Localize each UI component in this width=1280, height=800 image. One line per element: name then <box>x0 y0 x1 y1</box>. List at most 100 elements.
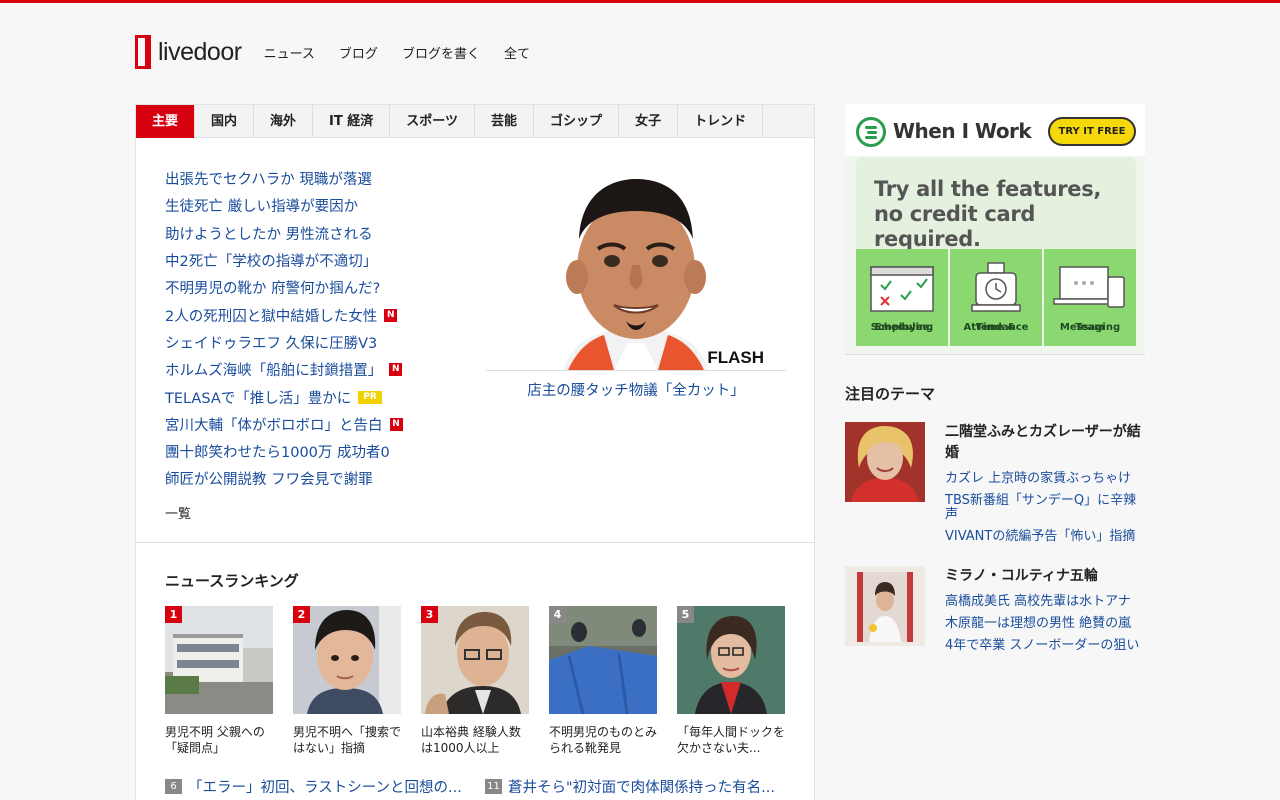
ad-brand-name: When I Work <box>893 119 1032 143</box>
new-badge: N <box>389 417 403 431</box>
pr-badge: PR <box>358 390 382 404</box>
olympics-photo <box>845 566 925 646</box>
ranking-item[interactable]: 4 不明男児のものとみられる靴発見 <box>549 606 657 756</box>
ranking-link[interactable]: 蒼井そら"初対面で肉体関係持った有名... <box>508 776 798 797</box>
global-nav: ニュース ブログ ブログを書く 全て <box>264 43 554 62</box>
advertisement-banner[interactable]: When I Work TRY IT FREE Try all the feat… <box>845 104 1145 354</box>
calendar-icon <box>870 266 934 312</box>
ranking-headline: 不明男児のものとみられる靴発見 <box>549 725 657 755</box>
ranking-item[interactable]: 2 男児不明へ「捜索ではない」指摘 <box>293 606 401 756</box>
topic-list: 出張先でセクハラか 現職が落選 生徒死亡 厳しい指導が要因か 助けようとしたか … <box>165 165 465 522</box>
tab-gossip[interactable]: ゴシップ <box>534 105 620 138</box>
ranking-headline: 「毎年人間ドックを欠かさない夫... <box>677 725 785 755</box>
tab-it-economy[interactable]: IT 経済 <box>313 105 391 138</box>
ad-tile-attendance: Time & Attendance <box>950 249 1042 346</box>
nav-write-blog[interactable]: ブログを書く <box>402 43 480 62</box>
theme-link[interactable]: カズレ 上京時の家賃ぶっちゃけ <box>945 472 1145 486</box>
laptop-phone-icon <box>1053 266 1125 308</box>
list-item: 宮川大輔「体がボロボロ」と告白 N <box>165 411 465 438</box>
blonde-person-photo <box>845 422 925 502</box>
list-item: 助けようとしたか 男性流される <box>165 220 465 247</box>
topic-link[interactable]: 宮川大輔「体がボロボロ」と告白 <box>165 414 383 435</box>
ad-headline-line-2: no credit card required. <box>874 202 1036 251</box>
ranking-item[interactable]: 1 男児不明 父親への「疑問点」 <box>165 606 273 756</box>
ad-header: When I Work TRY IT FREE <box>845 104 1145 156</box>
list-item: 師匠が公開説教 フワ会見で謝罪 <box>165 465 465 492</box>
list-item: 11 蒼井そら"初対面で肉体関係持った有名... <box>485 776 805 797</box>
ranking-photo: 4 <box>549 606 657 714</box>
topic-link[interactable]: TELASAで「推し活」豊かに <box>165 387 351 408</box>
section-divider <box>136 542 814 543</box>
feature-story: FLASH 店主の腰タッチ物議「全カット」 <box>486 165 786 400</box>
ad-headline-line-1: Try all the features, <box>874 177 1102 201</box>
theme-photo[interactable] <box>845 566 925 646</box>
ad-feature-tiles: Employee Scheduling Time & Attendance Team… <box>856 249 1136 346</box>
livedoor-logo[interactable]: livedoor <box>135 35 242 69</box>
tile-label-line-2: Scheduling <box>870 322 934 333</box>
rank-number: 5 <box>677 606 694 623</box>
new-badge: N <box>389 363 403 377</box>
list-item: 出張先でセクハラか 現職が落選 <box>165 165 465 192</box>
feature-photo[interactable]: FLASH <box>486 165 786 370</box>
ranking-headline: 男児不明 父親への「疑問点」 <box>165 725 265 755</box>
theme-title[interactable]: 二階堂ふみとカズレーザーが結婚 <box>945 422 1145 464</box>
ad-tile-scheduling: Employee Scheduling <box>856 249 948 346</box>
logo-text: livedoor <box>158 37 242 66</box>
topic-link[interactable]: 不明男児の靴か 府警何か掴んだ? <box>165 277 380 298</box>
list-item: シェイドゥラエフ 久保に圧勝V3 <box>165 329 465 356</box>
rank-number: 3 <box>421 606 438 623</box>
tab-women[interactable]: 女子 <box>619 105 679 138</box>
topic-link[interactable]: シェイドゥラエフ 久保に圧勝V3 <box>165 332 377 353</box>
theme-title[interactable]: ミラノ・コルティナ五輪 <box>945 566 1145 587</box>
list-item: 團十郎笑わせたら1000万 成功者0 <box>165 438 465 465</box>
topic-link[interactable]: 助けようとしたか 男性流される <box>165 223 373 244</box>
tab-domestic[interactable]: 国内 <box>195 105 255 138</box>
tab-main[interactable]: 主要 <box>136 105 196 138</box>
theme-link[interactable]: 4年で卒業 スノーボーダーの狙い <box>945 639 1145 653</box>
ranking-photo: 2 <box>293 606 401 714</box>
rank-number: 1 <box>165 606 182 623</box>
topics-more-link[interactable]: 一覧 <box>165 503 465 522</box>
theme-link[interactable]: 木原龍一は理想の男性 絶賛の嵐 <box>945 617 1145 631</box>
ranking-link[interactable]: 「エラー」初回、ラストシーンと回想の... <box>188 776 478 797</box>
theme-link[interactable]: VIVANTの続編予告「怖い」指摘 <box>945 530 1145 544</box>
ranking-headline: 男児不明へ「捜索ではない」指摘 <box>293 725 401 755</box>
theme-link[interactable]: 高橋成美氏 高校先輩は水トアナ <box>945 595 1145 609</box>
ranking-item[interactable]: 5 「毎年人間ドックを欠かさない夫... <box>677 606 785 756</box>
tab-overseas[interactable]: 海外 <box>254 105 314 138</box>
list-item: 6 「エラー」初回、ラストシーンと回想の... <box>165 776 485 797</box>
tab-sports[interactable]: スポーツ <box>390 105 476 138</box>
nav-all[interactable]: 全て <box>504 43 530 62</box>
tab-trend[interactable]: トレンド <box>678 105 764 138</box>
topic-link[interactable]: 團十郎笑わせたら1000万 成功者0 <box>165 441 390 462</box>
feature-divider <box>486 370 786 371</box>
try-it-free-button[interactable]: TRY IT FREE <box>1048 117 1136 146</box>
rank-number: 2 <box>293 606 310 623</box>
list-item: TELASAで「推し活」豊かに PR <box>165 383 465 410</box>
rank-number: 11 <box>485 779 502 794</box>
time-clock-icon <box>971 262 1021 312</box>
theme-link[interactable]: TBS新番組「サンデーQ」に辛辣声 <box>945 494 1145 522</box>
list-item: 生徒死亡 厳しい指導が要因か <box>165 192 465 219</box>
theme-body: ミラノ・コルティナ五輪 高橋成美氏 高校先輩は水トアナ 木原龍一は理想の男性 絶… <box>945 566 1145 653</box>
ranking-item[interactable]: 3 山本裕典 経験人数は1000人以上 <box>421 606 529 756</box>
theme-body: 二階堂ふみとカズレーザーが結婚 カズレ 上京時の家賃ぶっちゃけ TBS新番組「サ… <box>945 422 1145 544</box>
ranking-photo: 3 <box>421 606 529 714</box>
theme-photo[interactable] <box>845 422 925 502</box>
topic-link[interactable]: 中2死亡「学校の指導が不適切」 <box>165 250 377 271</box>
list-item: 不明男児の靴か 府警何か掴んだ? <box>165 274 465 301</box>
topic-link[interactable]: ホルムズ海峡「船舶に封鎖措置」 <box>165 359 382 380</box>
sidebar-divider <box>845 354 1145 355</box>
nav-news[interactable]: ニュース <box>264 43 315 62</box>
ranking-photo: 1 <box>165 606 273 714</box>
topic-link[interactable]: 出張先でセクハラか 現職が落選 <box>165 168 372 189</box>
tab-entertainment[interactable]: 芸能 <box>475 105 535 138</box>
new-badge: N <box>384 308 398 322</box>
rank-number: 4 <box>549 606 566 623</box>
topic-link[interactable]: 2人の死刑囚と獄中結婚した女性 <box>165 305 377 326</box>
top-accent-bar <box>0 0 1280 3</box>
feature-caption-link[interactable]: 店主の腰タッチ物議「全カット」 <box>486 379 786 400</box>
topic-link[interactable]: 師匠が公開説教 フワ会見で謝罪 <box>165 468 373 489</box>
topic-link[interactable]: 生徒死亡 厳しい指導が要因か <box>165 195 358 216</box>
nav-blog[interactable]: ブログ <box>339 43 378 62</box>
